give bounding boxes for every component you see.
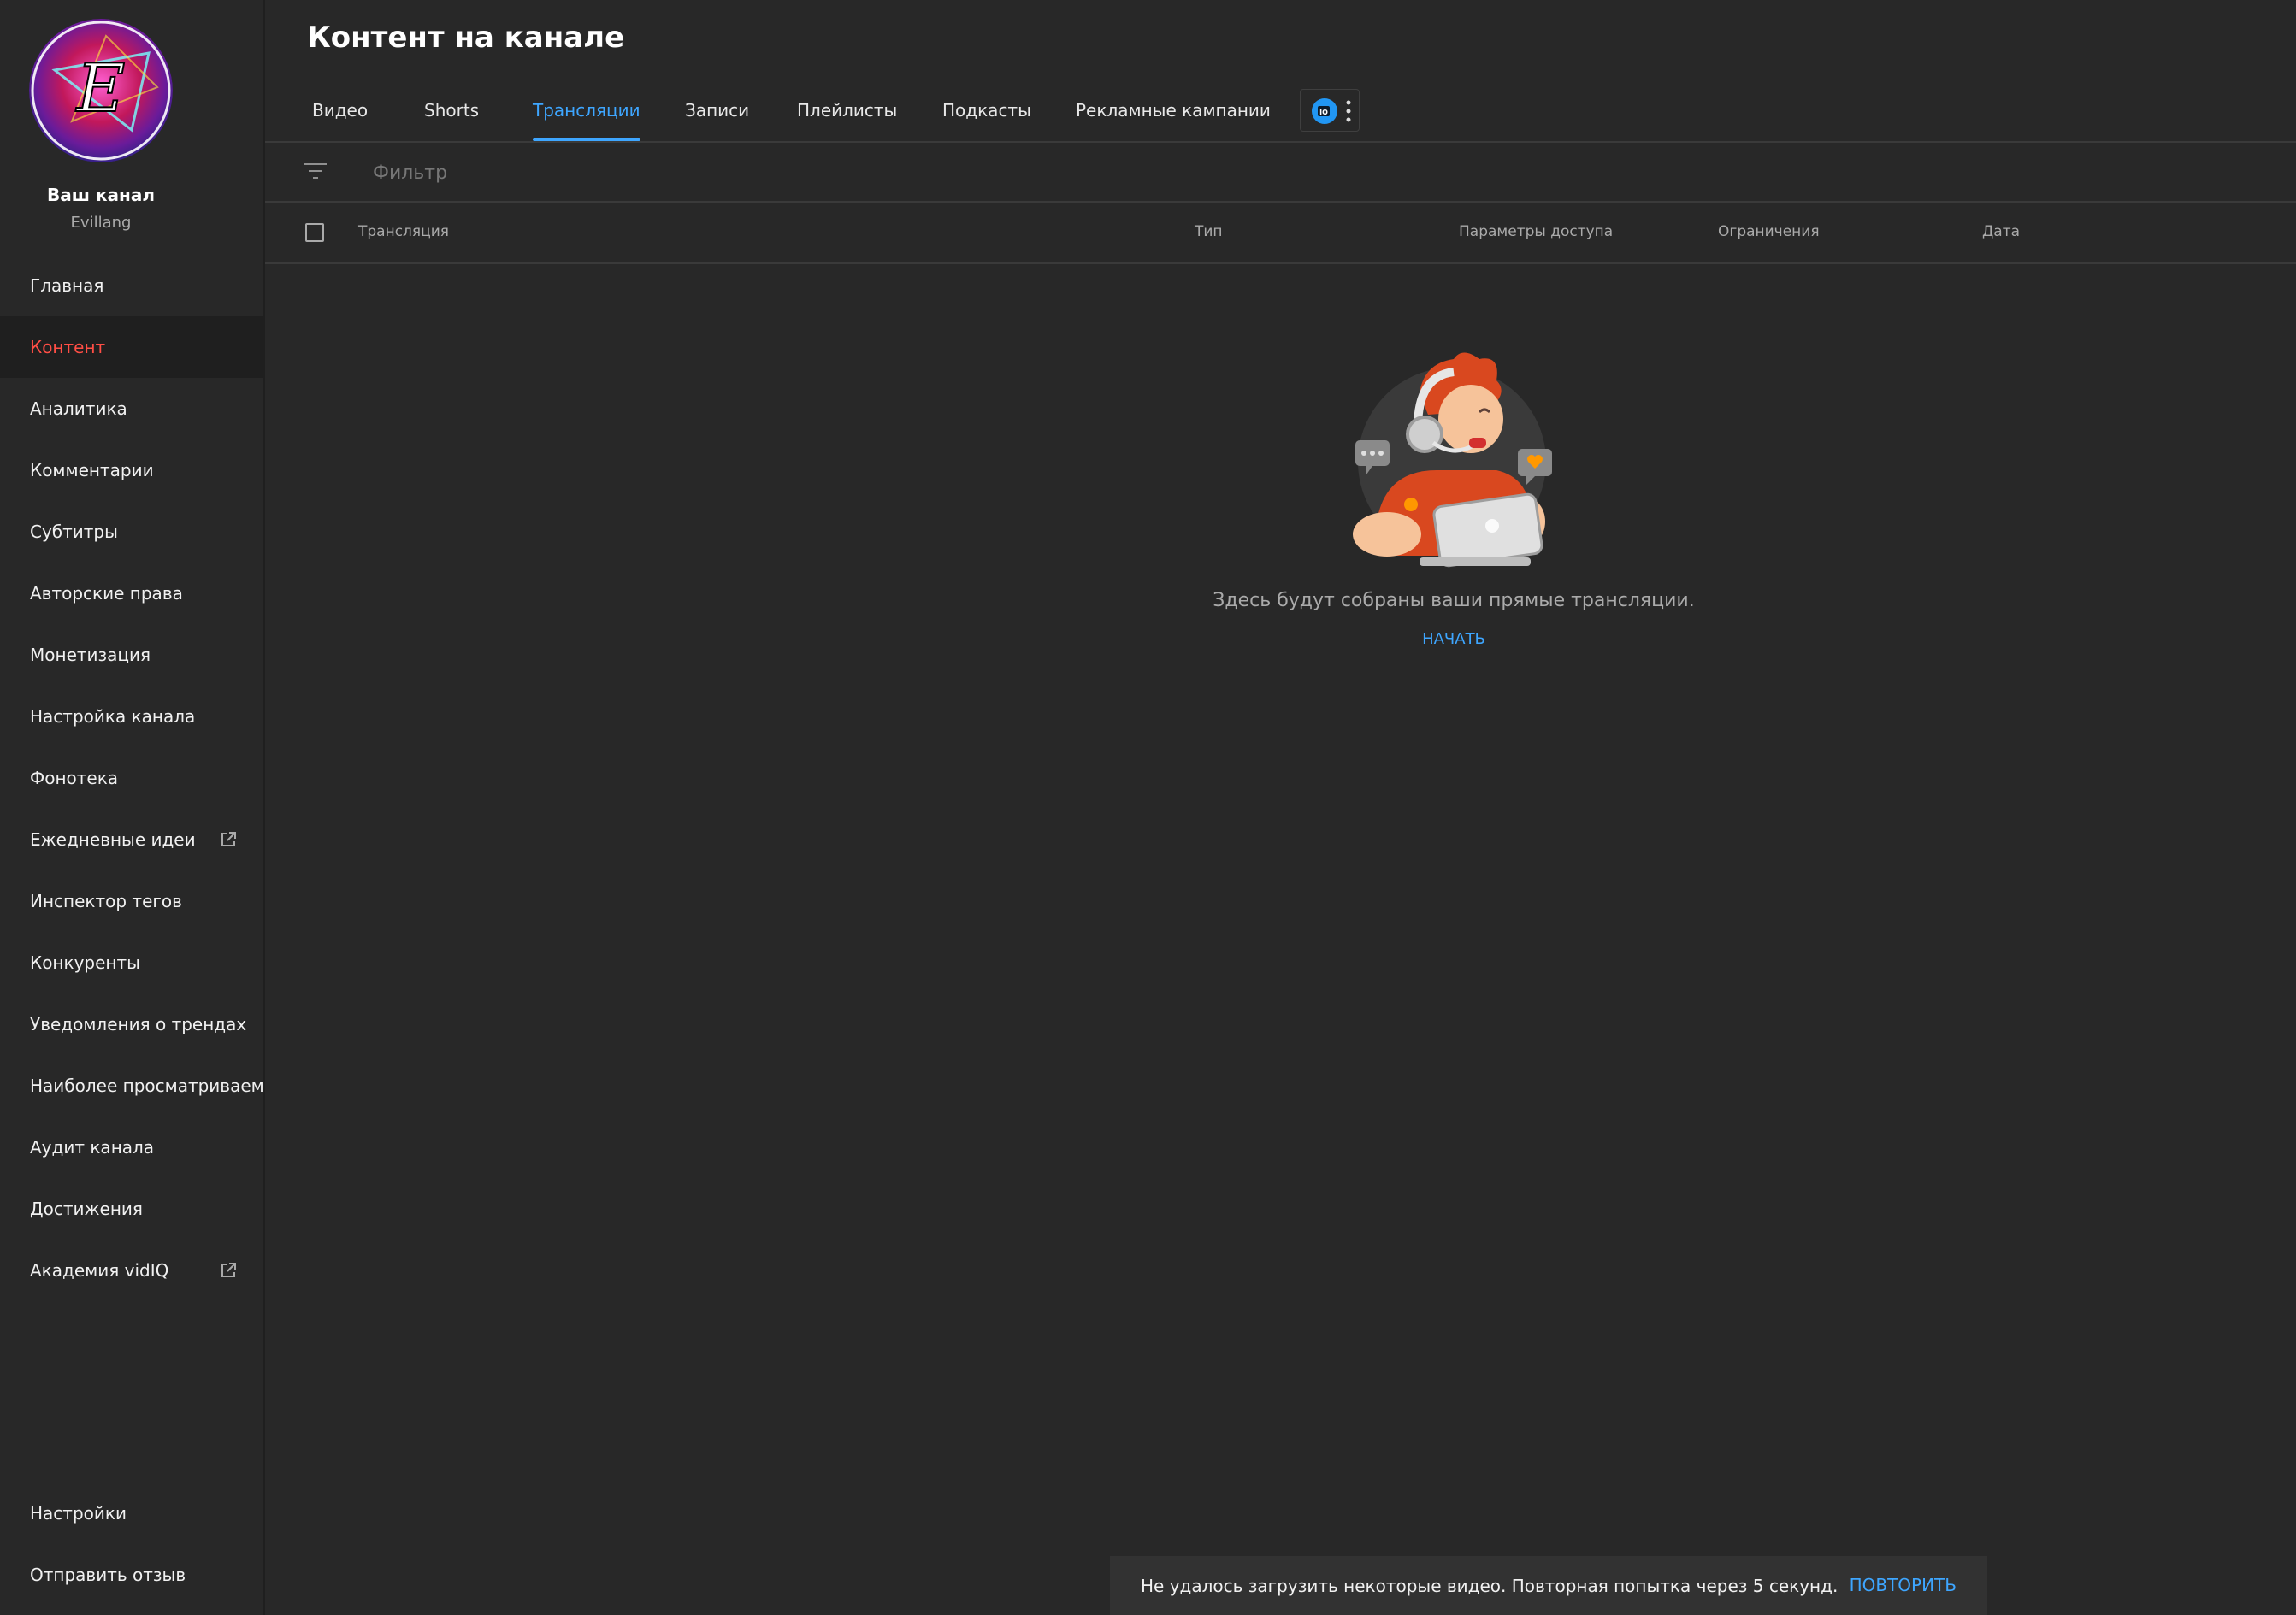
vidiq-icon: IQ — [1312, 98, 1351, 124]
main-content: Контент на канале Видео Shorts Трансляци… — [265, 0, 2296, 1615]
channel-handle: Evillang — [70, 214, 132, 232]
snackbar-message: Не удалось загрузить некоторые видео. По… — [1141, 1576, 1839, 1596]
empty-state-illustration — [1353, 352, 1552, 568]
nav-item-label: Отправить отзыв — [30, 1565, 186, 1585]
nav-item-label: Комментарии — [30, 460, 154, 480]
nav-item-settings[interactable]: Настройки — [0, 1482, 263, 1544]
filter-bar — [265, 143, 2296, 203]
nav-item-label: Контент — [30, 337, 106, 357]
external-link-icon — [221, 832, 236, 846]
channel-avatar[interactable]: E — [29, 19, 173, 162]
nav-item-customization[interactable]: Настройка канала — [0, 686, 263, 747]
nav-item-label: Академия vidIQ — [30, 1260, 169, 1281]
column-header-visibility[interactable]: Параметры доступа — [1459, 223, 1613, 240]
nav-item-label: Субтитры — [30, 522, 118, 542]
nav-item-label: Достижения — [30, 1199, 143, 1219]
filter-input[interactable] — [371, 153, 1401, 192]
nav-item-label: Уведомления о трендах — [30, 1014, 247, 1034]
tab-live[interactable]: Трансляции — [533, 81, 640, 141]
nav-item-trend-alerts[interactable]: Уведомления о трендах — [0, 993, 263, 1055]
nav-item-most-viewed[interactable]: Наиболее просматриваемое — [0, 1055, 263, 1117]
nav-item-label: Ежедневные идеи — [30, 829, 196, 850]
nav-item-content[interactable]: Контент — [0, 316, 263, 378]
nav-item-competitors[interactable]: Конкуренты — [0, 932, 263, 993]
tab-posts[interactable]: Записи — [685, 81, 749, 139]
nav-item-audio-library[interactable]: Фонотека — [0, 747, 263, 809]
channel-title: Ваш канал — [47, 185, 155, 205]
nav-item-label: Главная — [30, 275, 104, 296]
nav-item-label: Настройка канала — [30, 706, 196, 727]
tab-podcasts[interactable]: Подкасты — [942, 81, 1031, 139]
page-title: Контент на канале — [307, 21, 625, 55]
column-header-restrictions[interactable]: Ограничения — [1718, 223, 1820, 240]
error-snackbar: Не удалось загрузить некоторые видео. По… — [1110, 1556, 1987, 1615]
tab-promotions[interactable]: Рекламные кампании — [1076, 81, 1271, 139]
nav-item-tag-inspector[interactable]: Инспектор тегов — [0, 870, 263, 932]
empty-state-message: Здесь будут собраны ваши прямые трансляц… — [1213, 590, 1695, 611]
nav-item-label: Наиболее просматриваемое — [30, 1076, 263, 1096]
retry-button[interactable]: ПОВТОРИТЬ — [1850, 1575, 1957, 1595]
nav-item-channel-audit[interactable]: Аудит канала — [0, 1117, 263, 1178]
sidebar: E Ваш канал Evillang Главная Контент Ана… — [0, 0, 265, 1615]
nav-item-achievements[interactable]: Достижения — [0, 1178, 263, 1240]
nav-item-label: Авторские права — [30, 583, 183, 604]
nav-item-label: Аналитика — [30, 398, 127, 419]
filter-icon[interactable] — [303, 161, 328, 181]
table-header: Трансляция Тип Параметры доступа Огранич… — [265, 203, 2296, 264]
nav-item-monetization[interactable]: Монетизация — [0, 624, 263, 686]
nav-item-send-feedback[interactable]: Отправить отзыв — [0, 1544, 263, 1606]
nav-item-label: Монетизация — [30, 645, 151, 665]
tab-playlists[interactable]: Плейлисты — [797, 81, 897, 139]
tab-shorts[interactable]: Shorts — [424, 81, 479, 139]
nav-item-subtitles[interactable]: Субтитры — [0, 501, 263, 563]
start-live-button[interactable]: НАЧАТЬ — [1368, 630, 1539, 648]
nav-item-label: Конкуренты — [30, 952, 140, 973]
nav-item-vidiq-academy[interactable]: Академия vidIQ — [0, 1240, 263, 1301]
column-header-type[interactable]: Тип — [1195, 223, 1223, 240]
vidiq-widget[interactable]: IQ — [1300, 89, 1360, 132]
tab-videos[interactable]: Видео — [312, 81, 368, 139]
nav-item-copyright[interactable]: Авторские права — [0, 563, 263, 624]
external-link-icon — [221, 1263, 236, 1277]
nav-item-label: Фонотека — [30, 768, 119, 788]
svg-text:IQ: IQ — [1319, 109, 1328, 116]
nav-item-home[interactable]: Главная — [0, 255, 263, 316]
column-header-live[interactable]: Трансляция — [358, 223, 449, 240]
nav-item-label: Настройки — [30, 1503, 127, 1524]
column-header-date[interactable]: Дата — [1982, 223, 2020, 240]
avatar-image: E — [29, 19, 173, 162]
nav-item-analytics[interactable]: Аналитика — [0, 378, 263, 439]
select-all-checkbox[interactable] — [305, 223, 324, 242]
nav-item-daily-ideas[interactable]: Ежедневные идеи — [0, 809, 263, 870]
nav-item-comments[interactable]: Комментарии — [0, 439, 263, 501]
tab-bar: Видео Shorts Трансляции Записи Плейлисты… — [265, 81, 2296, 143]
nav-item-label: Аудит канала — [30, 1137, 155, 1158]
nav-item-label: Инспектор тегов — [30, 891, 182, 911]
svg-text:E: E — [75, 50, 126, 127]
